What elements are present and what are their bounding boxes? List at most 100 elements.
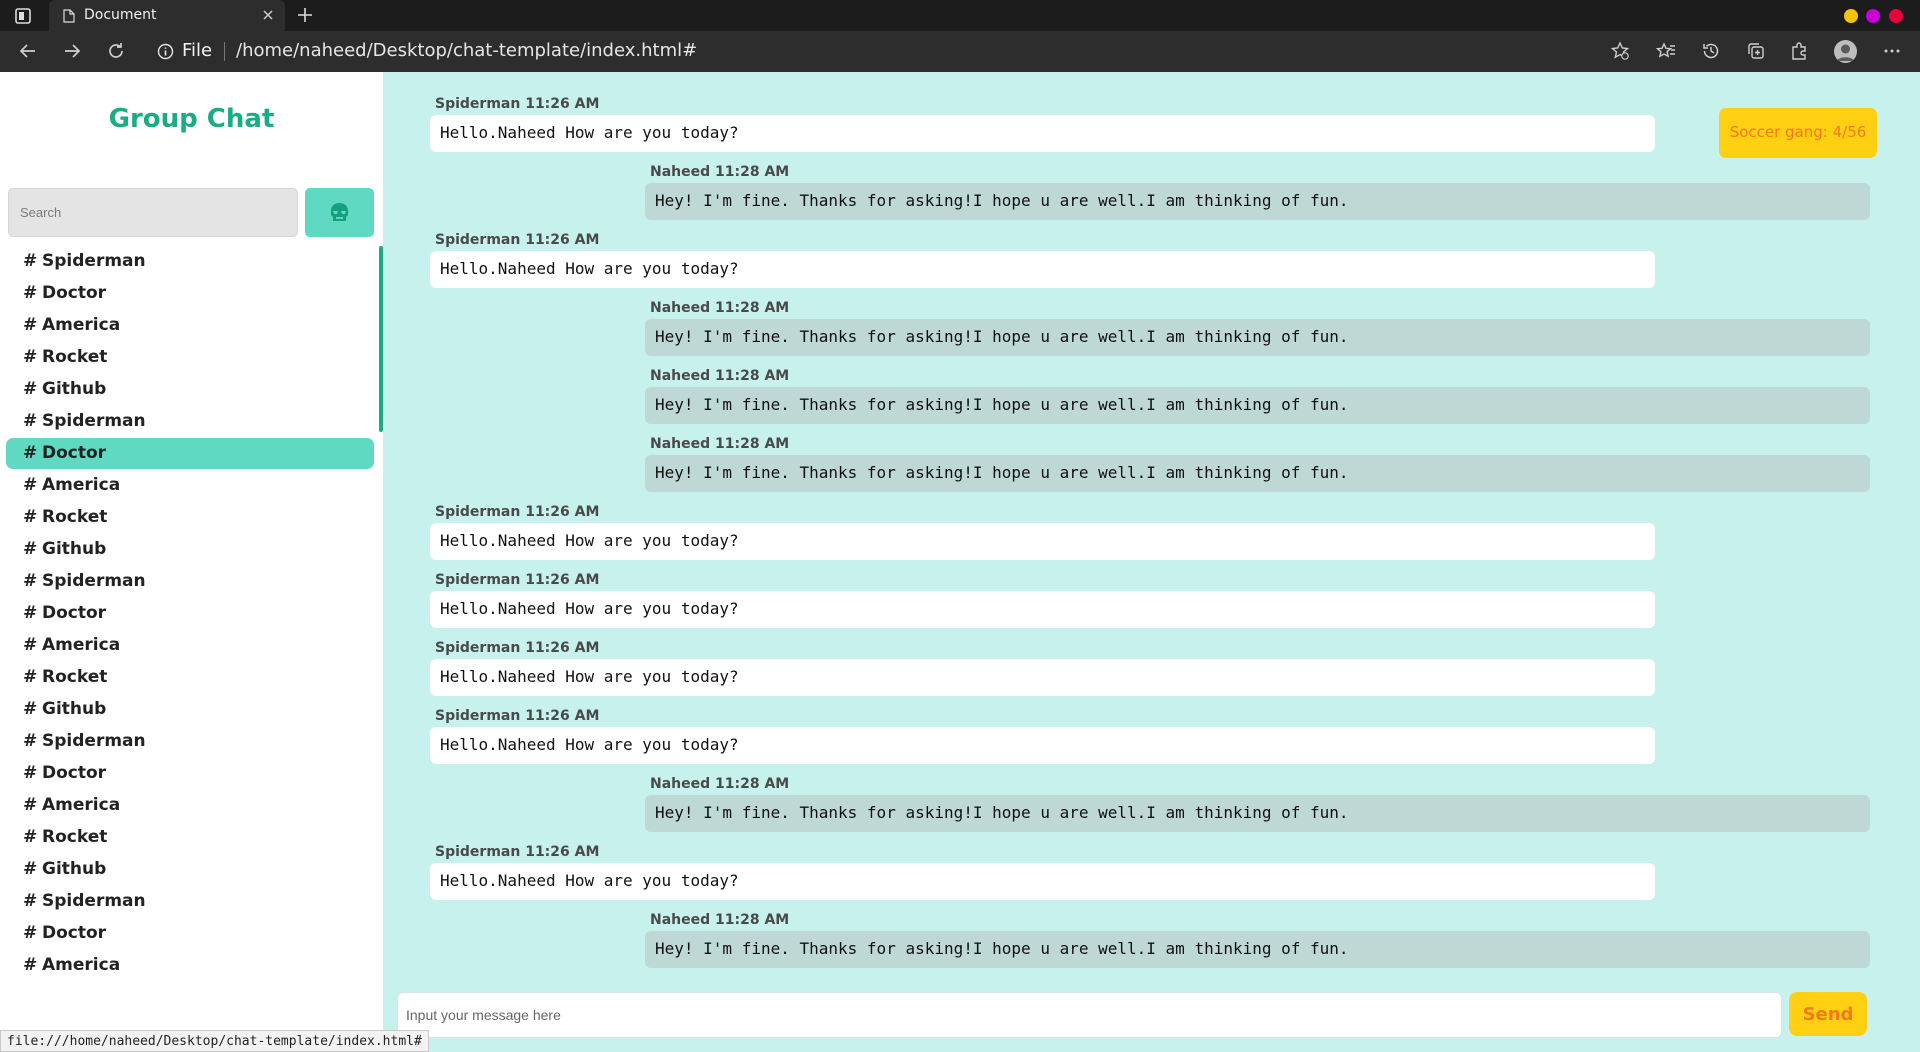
url-divider (224, 42, 225, 61)
room-name: Github (42, 859, 107, 879)
room-name: Rocket (42, 827, 108, 847)
search-input[interactable] (8, 188, 298, 237)
room-name: Doctor (42, 923, 107, 943)
minimize-window-button[interactable] (1844, 9, 1858, 23)
browser-tab[interactable]: Document (49, 0, 285, 31)
room-name: Doctor (42, 603, 107, 623)
hash-icon: # (23, 859, 38, 879)
room-name: America (42, 795, 121, 815)
sidebar-room-item[interactable]: # Rocket (6, 822, 374, 853)
room-name: Doctor (42, 763, 107, 783)
message-text: Hey! I'm fine. Thanks for asking!I hope … (645, 455, 1870, 492)
message-input[interactable] (397, 992, 1782, 1038)
hash-icon: # (23, 667, 38, 687)
app-title: Group Chat (108, 104, 275, 134)
tab-title: Document (84, 7, 157, 23)
sidebar-room-item[interactable]: # Rocket (6, 502, 374, 533)
group-badge-label: Soccer gang: 4/56 (1729, 123, 1867, 141)
message-text: Hey! I'm fine. Thanks for asking!I hope … (645, 319, 1870, 356)
maximize-window-button[interactable] (1866, 9, 1880, 23)
room-name: Github (42, 699, 107, 719)
sidebar-room-item[interactable]: # America (6, 310, 374, 341)
sidebar-room-item[interactable]: # Rocket (6, 342, 374, 373)
avatar-button[interactable] (305, 188, 374, 237)
sidebar-room-item[interactable]: # Doctor (6, 598, 374, 629)
message-meta: Naheed 11:28 AM (650, 776, 790, 792)
url-text[interactable]: /home/naheed/Desktop/chat-template/index… (236, 40, 697, 61)
sidebar-room-item[interactable]: # Spiderman (6, 726, 374, 757)
sidebar-room-item[interactable]: # Doctor (6, 758, 374, 789)
room-name: America (42, 475, 121, 495)
hash-icon: # (23, 891, 38, 911)
sidebar-room-item[interactable]: # Spiderman (6, 406, 374, 437)
site-info-icon[interactable] (157, 43, 174, 60)
hash-icon: # (23, 795, 38, 815)
sidebar-room-item[interactable]: # Spiderman (6, 566, 374, 597)
back-arrow-icon[interactable] (18, 41, 38, 61)
hash-icon: # (23, 603, 38, 623)
hash-icon: # (23, 827, 38, 847)
hash-icon: # (23, 635, 38, 655)
room-name: Rocket (42, 347, 108, 367)
message-text: Hello.Naheed How are you today? (430, 727, 1655, 764)
message-text: Hey! I'm fine. Thanks for asking!I hope … (645, 387, 1870, 424)
page-viewport: Group Chat #Spiderman#Doctor#America#Roc… (0, 72, 1920, 1052)
add-favorite-icon[interactable] (1610, 41, 1630, 61)
sidebar-room-item[interactable]: # Doctor (6, 918, 374, 949)
sidebar-room-item[interactable]: # America (6, 790, 374, 821)
hash-icon: # (23, 507, 38, 527)
sidebar-room-item[interactable]: # America (6, 950, 374, 981)
message-text: Hey! I'm fine. Thanks for asking!I hope … (645, 795, 1870, 832)
forward-arrow-icon[interactable] (62, 41, 82, 61)
send-button[interactable]: Send (1789, 992, 1867, 1036)
reload-icon[interactable] (106, 41, 126, 61)
url-scheme-label: File (182, 40, 213, 61)
profile-avatar[interactable] (1834, 40, 1857, 63)
history-icon[interactable] (1701, 41, 1721, 61)
message-text: Hey! I'm fine. Thanks for asking!I hope … (645, 183, 1870, 220)
room-name: Spiderman (42, 251, 146, 271)
sidebar-room-item[interactable]: # Doctor (6, 278, 374, 309)
room-name: Spiderman (42, 411, 146, 431)
favorites-icon[interactable] (1656, 41, 1676, 61)
message-text: Hello.Naheed How are you today? (430, 251, 1655, 288)
sidebar-room-item[interactable]: # Github (6, 534, 374, 565)
message-meta: Naheed 11:28 AM (650, 164, 790, 180)
sidebar-room-item[interactable]: # Doctor (6, 438, 374, 469)
message-meta: Spiderman 11:26 AM (435, 96, 600, 112)
sidebar-room-item[interactable]: # Spiderman (6, 886, 374, 917)
extensions-icon[interactable] (1790, 41, 1810, 61)
sidebar-room-item[interactable]: # Github (6, 694, 374, 725)
message-meta: Spiderman 11:26 AM (435, 232, 600, 248)
status-bar-url: file:///home/naheed/Desktop/chat-templat… (0, 1030, 429, 1052)
message-text: Hello.Naheed How are you today? (430, 659, 1655, 696)
sidebar-room-item[interactable]: # Github (6, 854, 374, 885)
room-name: Rocket (42, 667, 108, 687)
sidebar-room-item[interactable]: # Rocket (6, 662, 374, 693)
hash-icon: # (23, 283, 38, 303)
new-tab-icon[interactable] (296, 6, 314, 24)
collections-icon[interactable] (1746, 41, 1766, 61)
hash-icon: # (23, 699, 38, 719)
message-meta: Spiderman 11:26 AM (435, 640, 600, 656)
sidebar-room-item[interactable]: # America (6, 630, 374, 661)
message-meta: Naheed 11:28 AM (650, 300, 790, 316)
sidebar-room-item[interactable]: # America (6, 470, 374, 501)
close-tab-icon[interactable] (261, 8, 275, 22)
close-window-button[interactable] (1889, 9, 1903, 23)
tab-actions-icon[interactable] (14, 7, 32, 25)
message-text: Hello.Naheed How are you today? (430, 591, 1655, 628)
message-meta: Naheed 11:28 AM (650, 368, 790, 384)
message-text: Hey! I'm fine. Thanks for asking!I hope … (645, 931, 1870, 968)
room-name: America (42, 315, 121, 335)
room-name: Rocket (42, 507, 108, 527)
stormtrooper-icon (331, 203, 348, 221)
message-meta: Spiderman 11:26 AM (435, 708, 600, 724)
message-text: Hello.Naheed How are you today? (430, 523, 1655, 560)
message-meta: Spiderman 11:26 AM (435, 504, 600, 520)
message-meta: Naheed 11:28 AM (650, 436, 790, 452)
room-name: Spiderman (42, 731, 146, 751)
sidebar-room-item[interactable]: # Github (6, 374, 374, 405)
more-menu-icon[interactable] (1882, 41, 1902, 61)
sidebar-room-item[interactable]: # Spiderman (6, 246, 374, 277)
